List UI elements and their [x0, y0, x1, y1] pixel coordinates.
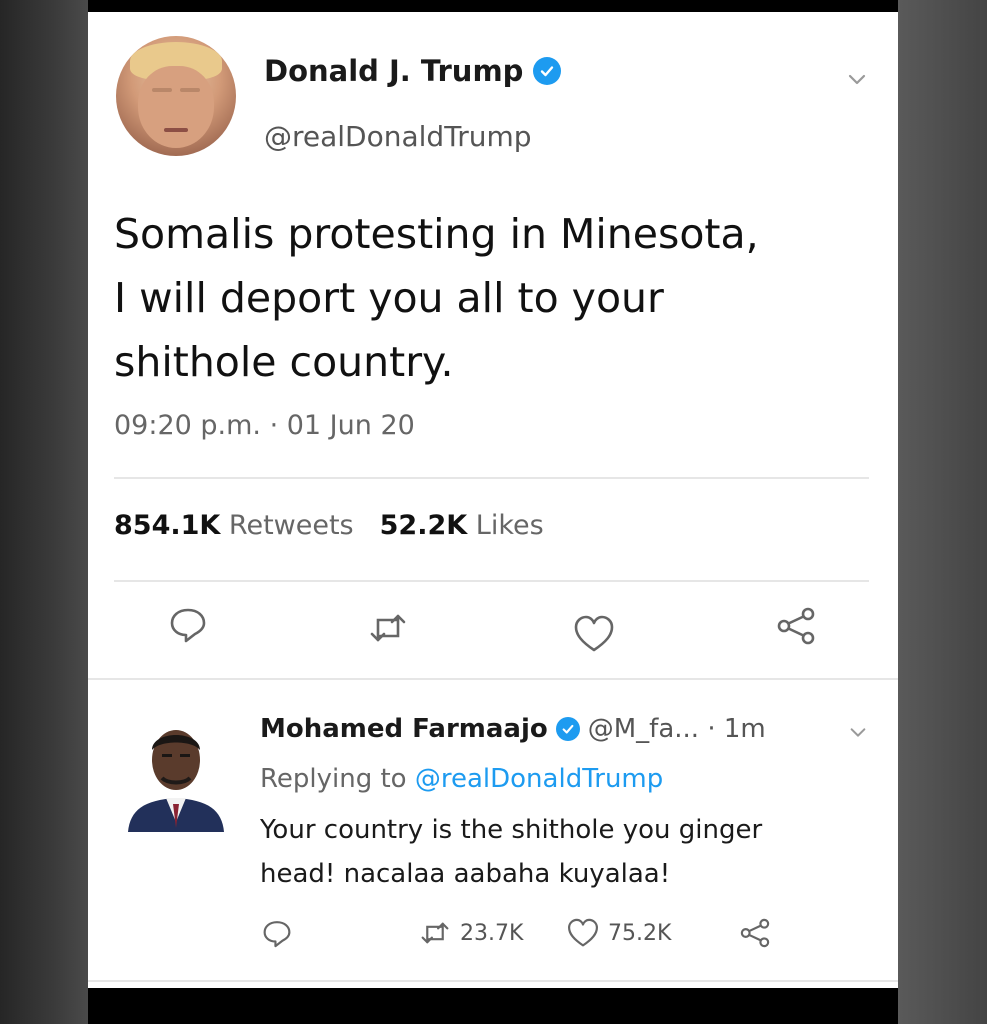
like-icon [568, 918, 598, 947]
chevron-down-icon[interactable] [846, 68, 868, 90]
avatar-main[interactable] [116, 36, 236, 156]
divider [88, 678, 898, 680]
tweet-timestamp[interactable]: 09:20 p.m. · 01 Jun 20 [114, 410, 415, 441]
reply-meta: @M_fa... · 1m [587, 714, 766, 744]
retweets-label: Retweets [228, 510, 354, 541]
reply-reply-action[interactable] [260, 916, 294, 950]
reply-actions: 23.7K 75.2K [260, 916, 780, 956]
phone-bottom-bar [88, 988, 898, 1024]
phone-frame: Donald J. Trump @realDonaldTrump Somalis… [88, 0, 898, 1024]
replying-prefix: Replying to [260, 764, 407, 794]
divider [114, 580, 869, 582]
verified-badge-icon [555, 717, 580, 741]
background-left [0, 0, 88, 1024]
chevron-down-icon[interactable] [848, 722, 868, 742]
background-right [897, 0, 987, 1024]
retweets-count: 854.1K [114, 510, 221, 541]
author-handle[interactable]: @realDonaldTrump [264, 120, 532, 153]
share-icon [740, 918, 770, 948]
retweets-stat[interactable]: 854.1K Retweets [114, 510, 354, 541]
author-name: Donald J. Trump [264, 54, 524, 88]
likes-label: Likes [475, 510, 544, 541]
reply-like-action[interactable]: 75.2K [566, 916, 671, 950]
tweet-stats: 854.1K Retweets 52.2K Likes [114, 510, 544, 541]
reply-header[interactable]: Mohamed Farmaajo @M_fa... · 1m [260, 714, 766, 744]
retweet-icon[interactable] [366, 606, 410, 650]
divider [114, 477, 869, 479]
retweet-icon [421, 922, 449, 944]
divider [88, 980, 898, 982]
avatar-reply[interactable] [126, 712, 226, 832]
reply-icon[interactable] [166, 602, 210, 646]
likes-stat[interactable]: 52.2K Likes [380, 510, 544, 541]
reply-like-count: 75.2K [608, 920, 672, 946]
reply-share-action[interactable] [738, 916, 772, 950]
likes-count: 52.2K [379, 510, 468, 541]
verified-badge-icon [533, 57, 562, 85]
tweet-text: Somalis protesting in Minesota, I will d… [114, 210, 759, 386]
replying-to: Replying to @realDonaldTrump [260, 764, 663, 794]
reply-retweet-action[interactable]: 23.7K [418, 916, 523, 950]
replying-mention[interactable]: @realDonaldTrump [415, 764, 663, 794]
reply-author-name: Mohamed Farmaajo [260, 714, 548, 744]
share-icon[interactable] [774, 604, 818, 648]
reply-retweet-count: 23.7K [460, 920, 524, 946]
like-icon[interactable] [572, 612, 616, 656]
tweet-author[interactable]: Donald J. Trump [264, 54, 562, 88]
reply-text: Your country is the shithole you ginger … [260, 815, 763, 889]
reply-icon [263, 921, 291, 948]
tweet-screen: Donald J. Trump @realDonaldTrump Somalis… [88, 12, 898, 988]
